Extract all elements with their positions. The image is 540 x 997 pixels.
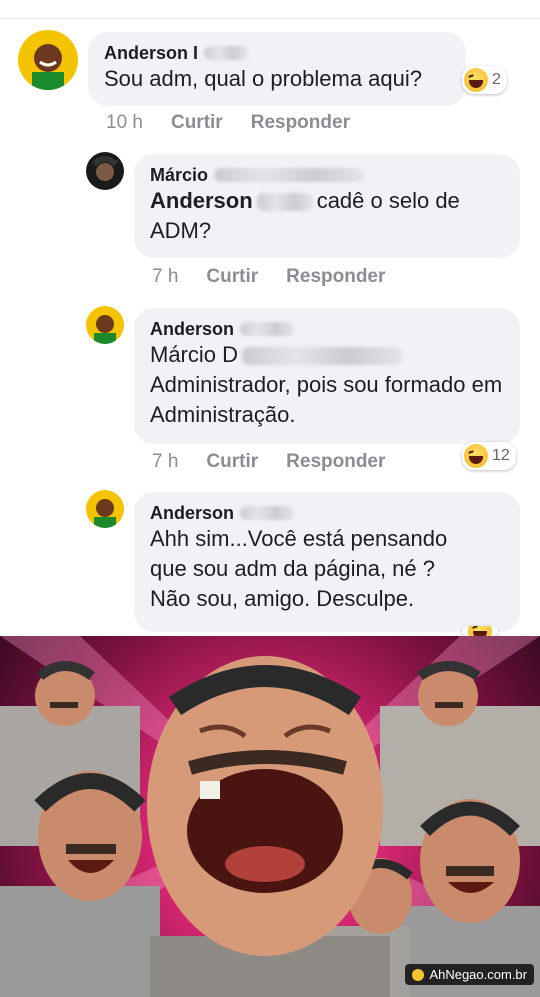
site-logo-icon [412, 968, 425, 981]
haha-icon [464, 68, 488, 92]
comment-bubble-3: Anderson Márcio D Administrador, pois so… [134, 308, 520, 444]
avatar-anderson[interactable] [18, 30, 78, 90]
reply-link[interactable]: Responder [286, 266, 385, 288]
haha-icon [464, 444, 488, 468]
comment-text-line: Ahh sim...Você está pensando [150, 526, 448, 551]
comment-actions: 10 h Curtir Responder [106, 112, 350, 134]
comment-time[interactable]: 7 h [152, 451, 178, 473]
like-link[interactable]: Curtir [171, 112, 223, 134]
comment-actions: 7 h Curtir Responder [152, 451, 385, 473]
mention[interactable]: Anderson [150, 188, 253, 213]
reaction-haha-partial[interactable] [462, 626, 498, 636]
comment-author[interactable]: Márcio [150, 164, 504, 186]
reaction-haha-count[interactable]: 2 [462, 66, 507, 94]
avatar-anderson[interactable] [86, 306, 124, 344]
comment-text-line: Não sou, amigo. Desculpe. [150, 586, 415, 611]
reaction-haha-count[interactable]: 12 [462, 442, 516, 470]
top-divider [0, 0, 540, 19]
reply-link[interactable]: Responder [251, 112, 350, 134]
reply-link[interactable]: Responder [286, 451, 385, 473]
haha-icon [468, 626, 492, 636]
comment-bubble-1: Anderson I Sou adm, qual o problema aqui… [88, 32, 466, 106]
comment-text: Anderson cadê o selo de ADM? [150, 188, 460, 243]
avatar-marcio[interactable] [86, 152, 124, 190]
meme-image-laughing-man: AhNegao.com.br [0, 636, 540, 997]
comment-time[interactable]: 7 h [152, 266, 178, 288]
comment-bubble-2: Márcio Anderson cadê o selo de ADM? [134, 154, 520, 258]
comment-author[interactable]: Anderson [150, 502, 504, 524]
like-link[interactable]: Curtir [206, 266, 258, 288]
comment-author[interactable]: Anderson [150, 318, 504, 340]
comment-actions: 7 h Curtir Responder [152, 266, 385, 288]
comment-text-line: que sou adm da página, né ? [150, 556, 436, 581]
avatar-anderson[interactable] [86, 490, 124, 528]
mention[interactable]: Márcio D [150, 342, 238, 367]
comment-author[interactable]: Anderson I [104, 42, 450, 64]
comment-bubble-4: Anderson Ahh sim...Você está pensando qu… [134, 492, 520, 632]
watermark-text: AhNegao.com.br [429, 967, 527, 982]
watermark: AhNegao.com.br [405, 964, 534, 985]
comment-text: Márcio D Administrador, pois sou formado… [150, 342, 503, 427]
comment-time[interactable]: 10 h [106, 112, 143, 134]
like-link[interactable]: Curtir [206, 451, 258, 473]
comment-text: Sou adm, qual o problema aqui? [104, 66, 422, 91]
